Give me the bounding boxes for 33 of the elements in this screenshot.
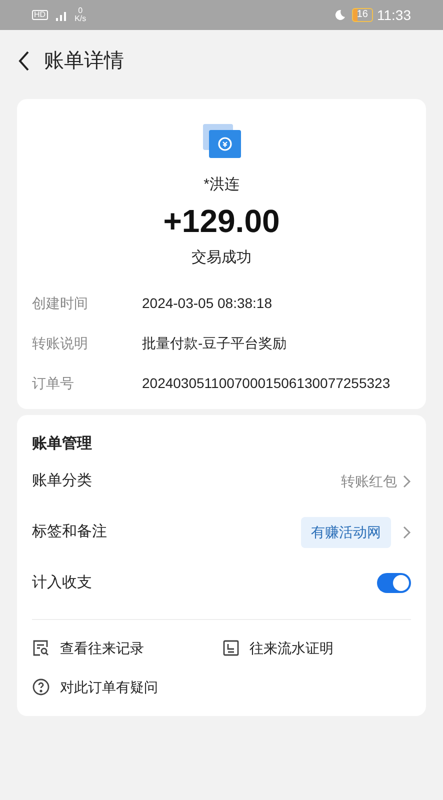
action-link[interactable]: 查看往来记录 bbox=[32, 638, 144, 658]
hd-label: HD bbox=[32, 10, 48, 20]
row-label: 账单分类 bbox=[32, 470, 92, 491]
chevron-right-icon bbox=[403, 474, 411, 488]
tag-chip[interactable]: 有赚活动网 bbox=[301, 516, 391, 548]
back-icon[interactable] bbox=[18, 51, 30, 71]
transaction-status: 交易成功 bbox=[192, 248, 252, 268]
battery-indicator: 16 bbox=[352, 8, 373, 22]
detail-label: 订单号 bbox=[32, 374, 75, 393]
row-label: 标签和备注 bbox=[32, 522, 107, 542]
detail-value: 20240305110070001506130077255323 bbox=[142, 374, 392, 393]
payer-name: *洪连 bbox=[204, 175, 240, 195]
detail-label: 创建时间 bbox=[32, 294, 89, 313]
clock: 11:33 bbox=[377, 6, 411, 24]
detail-value: 批量付款-豆子平台奖励 bbox=[142, 334, 288, 353]
page-title: 账单详情 bbox=[44, 49, 124, 74]
document-icon bbox=[222, 639, 240, 657]
question-icon bbox=[32, 678, 50, 696]
row-label: 计入收支 bbox=[32, 572, 92, 593]
toggle-switch[interactable] bbox=[377, 573, 411, 593]
speed-value: 0 bbox=[78, 7, 83, 15]
amount: +129.00 bbox=[163, 202, 280, 240]
transfer-icon bbox=[202, 124, 240, 158]
category-selector[interactable]: 转账红包 bbox=[341, 470, 411, 492]
detail-label: 转账说明 bbox=[32, 334, 89, 353]
action-link[interactable]: 对此订单有疑问 bbox=[32, 676, 158, 698]
document-search-icon bbox=[32, 639, 50, 657]
speed-unit: K/s bbox=[74, 15, 86, 23]
action-link[interactable]: 往来流水证明 bbox=[222, 638, 334, 658]
moon-icon bbox=[334, 9, 346, 21]
section-title: 账单管理 bbox=[32, 434, 93, 454]
chevron-right-icon bbox=[403, 526, 411, 538]
detail-value: 2024-03-05 08:38:18 bbox=[142, 294, 273, 313]
